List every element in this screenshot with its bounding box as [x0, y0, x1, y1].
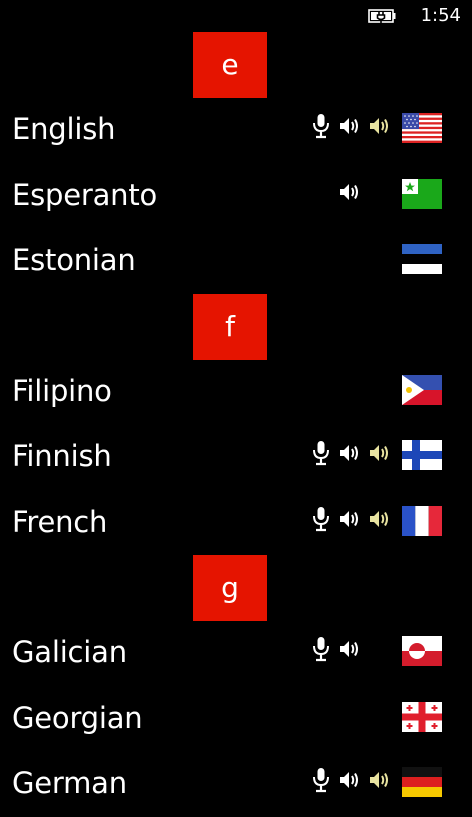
language-name: Filipino: [12, 373, 112, 408]
germany-flag-icon: [402, 767, 442, 797]
group-letter-tile[interactable]: g: [193, 555, 267, 621]
speaker-alt-icon: [370, 772, 388, 788]
language-item-estonian[interactable]: Estonian: [0, 228, 472, 294]
battery-charging-icon: [368, 9, 396, 23]
us-flag-icon: [402, 113, 442, 143]
language-item-french[interactable]: French: [0, 490, 472, 556]
speaker-icon: [340, 641, 358, 657]
language-item-esperanto[interactable]: Esperanto: [0, 163, 472, 229]
speaker-alt-icon: [370, 118, 388, 134]
status-bar: 1:54: [0, 0, 472, 32]
language-item-english[interactable]: English: [0, 97, 472, 163]
speaker-icon: [340, 772, 358, 788]
estonia-flag-icon: [402, 244, 442, 274]
group-header-f[interactable]: f: [0, 293, 472, 360]
philippines-flag-icon: [402, 374, 442, 405]
speaker-icon: [340, 445, 358, 461]
language-item-galician[interactable]: Galician: [0, 620, 472, 686]
microphone-icon: [313, 506, 329, 531]
speaker-icon: [340, 510, 358, 527]
language-name: French: [12, 504, 108, 539]
language-name: Esperanto: [12, 177, 158, 212]
group-header-g[interactable]: g: [0, 555, 472, 621]
language-name: Finnish: [12, 439, 112, 473]
greenland-flag-icon: [402, 636, 442, 666]
france-flag-icon: [402, 505, 442, 536]
language-list: e English Esperanto Estonian f Filipino …: [0, 32, 472, 817]
language-item-german[interactable]: German: [0, 751, 472, 817]
group-letter-tile[interactable]: e: [193, 32, 267, 98]
speaker-icon: [340, 183, 358, 200]
language-name: Estonian: [12, 243, 136, 277]
speaker-icon: [340, 118, 358, 134]
language-item-filipino[interactable]: Filipino: [0, 359, 472, 425]
georgia-flag-icon: [402, 701, 442, 732]
microphone-icon: [313, 637, 329, 662]
speaker-alt-icon: [370, 510, 388, 527]
esperanto-flag-icon: [402, 178, 442, 209]
microphone-icon: [313, 114, 329, 139]
language-item-finnish[interactable]: Finnish: [0, 424, 472, 490]
status-time: 1:54: [420, 5, 461, 26]
language-name: Georgian: [12, 700, 143, 735]
language-item-georgian[interactable]: Georgian: [0, 686, 472, 752]
microphone-icon: [313, 441, 329, 466]
group-letter-tile[interactable]: f: [193, 293, 267, 360]
microphone-icon: [313, 768, 329, 793]
language-name: German: [12, 766, 127, 800]
language-name: English: [12, 112, 116, 146]
finland-flag-icon: [402, 440, 442, 470]
speaker-alt-icon: [370, 445, 388, 461]
language-name: Galician: [12, 635, 127, 669]
group-header-e[interactable]: e: [0, 32, 472, 98]
